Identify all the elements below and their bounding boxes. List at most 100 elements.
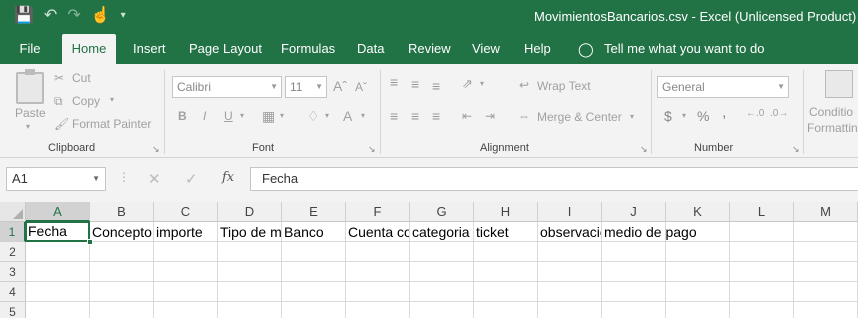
- cell-l1[interactable]: [730, 222, 794, 242]
- touch-mode-icon[interactable]: ☝: [91, 6, 111, 26]
- font-size-box[interactable]: 11 ▼: [285, 76, 327, 98]
- tab-home[interactable]: Home: [62, 34, 116, 64]
- increase-decimal-icon[interactable]: ←.0: [746, 108, 764, 119]
- currency-dropdown-icon[interactable]: ▾: [682, 111, 686, 120]
- cell-h4[interactable]: [474, 282, 538, 302]
- cell-h1[interactable]: ticket: [474, 222, 538, 242]
- cell-j5[interactable]: [602, 302, 666, 318]
- cell-j3[interactable]: [602, 262, 666, 282]
- cell-k2[interactable]: [666, 242, 730, 262]
- copy-dropdown-icon[interactable]: ▾: [110, 95, 114, 104]
- cell-a2[interactable]: [26, 242, 90, 262]
- wrap-text-button[interactable]: Wrap Text: [537, 79, 591, 93]
- align-center-icon[interactable]: ≡: [411, 108, 425, 124]
- fill-color-dropdown-icon[interactable]: ▾: [325, 111, 329, 120]
- column-header-d[interactable]: D: [218, 202, 282, 222]
- cut-button[interactable]: Cut: [72, 71, 91, 85]
- merge-center-icon[interactable]: ⇔: [518, 109, 530, 123]
- cell-a1[interactable]: Fecha: [25, 221, 90, 242]
- font-launcher-icon[interactable]: ↘: [368, 144, 376, 155]
- customize-qat-icon[interactable]: ▾: [121, 6, 126, 26]
- cell-d2[interactable]: [218, 242, 282, 262]
- column-header-g[interactable]: G: [410, 202, 474, 222]
- cell-e1[interactable]: Banco: [282, 222, 346, 242]
- lightbulb-icon[interactable]: ◯: [578, 34, 594, 64]
- cell-e3[interactable]: [282, 262, 346, 282]
- format-painter-icon[interactable]: 🖌: [54, 117, 69, 131]
- cell-c5[interactable]: [154, 302, 218, 318]
- orientation-icon[interactable]: ⇗: [462, 76, 473, 92]
- row-header-5[interactable]: 5: [0, 302, 26, 318]
- bold-button[interactable]: B: [178, 109, 187, 123]
- cell-e5[interactable]: [282, 302, 346, 318]
- cell-f1[interactable]: Cuenta co: [346, 222, 410, 242]
- cell-m4[interactable]: [794, 282, 858, 302]
- decrease-decimal-icon[interactable]: .0→: [770, 108, 788, 119]
- column-header-j[interactable]: J: [602, 202, 666, 222]
- tab-insert[interactable]: Insert: [133, 34, 166, 64]
- number-format-box[interactable]: General ▼: [657, 76, 789, 98]
- cell-b5[interactable]: [90, 302, 154, 318]
- cell-b2[interactable]: [90, 242, 154, 262]
- row-header-3[interactable]: 3: [0, 262, 26, 282]
- currency-button[interactable]: $: [664, 108, 672, 124]
- conditional-formatting-icon[interactable]: [825, 70, 853, 98]
- row-header-4[interactable]: 4: [0, 282, 26, 302]
- cell-g3[interactable]: [410, 262, 474, 282]
- cell-i2[interactable]: [538, 242, 602, 262]
- cell-l5[interactable]: [730, 302, 794, 318]
- cell-b1[interactable]: Concepto: [90, 222, 154, 242]
- shrink-font-icon[interactable]: Aˇ: [355, 80, 367, 94]
- decrease-indent-icon[interactable]: ⇤: [462, 109, 472, 123]
- cell-f4[interactable]: [346, 282, 410, 302]
- bottom-align-icon[interactable]: ≡: [432, 78, 446, 94]
- cell-l4[interactable]: [730, 282, 794, 302]
- cell-g1[interactable]: categoria: [410, 222, 474, 242]
- borders-icon[interactable]: ▦: [262, 108, 275, 125]
- cell-e2[interactable]: [282, 242, 346, 262]
- underline-dropdown-icon[interactable]: ▾: [240, 111, 244, 120]
- cell-g4[interactable]: [410, 282, 474, 302]
- cell-h5[interactable]: [474, 302, 538, 318]
- cell-i5[interactable]: [538, 302, 602, 318]
- name-box[interactable]: A1 ▼: [6, 167, 106, 191]
- clipboard-launcher-icon[interactable]: ↘: [152, 144, 160, 155]
- underline-button[interactable]: U: [224, 109, 233, 123]
- tab-help[interactable]: Help: [524, 34, 551, 64]
- column-header-c[interactable]: C: [154, 202, 218, 222]
- cell-e4[interactable]: [282, 282, 346, 302]
- column-header-f[interactable]: F: [346, 202, 410, 222]
- cell-d1[interactable]: Tipo de m: [218, 222, 282, 242]
- paste-icon[interactable]: [16, 69, 44, 104]
- cell-c2[interactable]: [154, 242, 218, 262]
- save-icon[interactable]: 💾: [14, 6, 34, 26]
- tab-file[interactable]: File: [0, 34, 60, 64]
- cell-j4[interactable]: [602, 282, 666, 302]
- column-header-l[interactable]: L: [730, 202, 794, 222]
- format-painter-button[interactable]: Format Painter: [72, 117, 151, 131]
- column-header-k[interactable]: K: [666, 202, 730, 222]
- cell-f2[interactable]: [346, 242, 410, 262]
- select-all-corner[interactable]: [0, 202, 26, 222]
- cell-m3[interactable]: [794, 262, 858, 282]
- top-align-icon[interactable]: ≡: [390, 74, 404, 90]
- tab-formulas[interactable]: Formulas: [281, 34, 335, 64]
- cell-c4[interactable]: [154, 282, 218, 302]
- column-header-b[interactable]: B: [90, 202, 154, 222]
- insert-function-button[interactable]: fx: [222, 170, 234, 185]
- wrap-text-icon[interactable]: ↩: [519, 78, 529, 92]
- cell-b3[interactable]: [90, 262, 154, 282]
- cell-j2[interactable]: [602, 242, 666, 262]
- cell-i1[interactable]: observacio: [538, 222, 602, 242]
- confirm-entry-icon[interactable]: ✓: [185, 170, 198, 188]
- italic-button[interactable]: I: [203, 109, 206, 123]
- column-header-h[interactable]: H: [474, 202, 538, 222]
- cell-f3[interactable]: [346, 262, 410, 282]
- cell-g2[interactable]: [410, 242, 474, 262]
- row-header-2[interactable]: 2: [0, 242, 26, 262]
- cell-i4[interactable]: [538, 282, 602, 302]
- cell-a5[interactable]: [26, 302, 90, 318]
- cell-d4[interactable]: [218, 282, 282, 302]
- tab-review[interactable]: Review: [408, 34, 451, 64]
- cell-d5[interactable]: [218, 302, 282, 318]
